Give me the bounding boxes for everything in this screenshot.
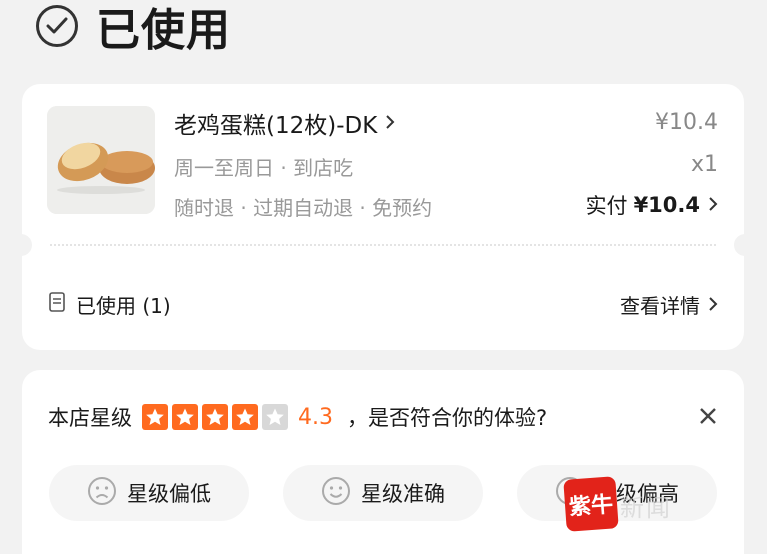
- rating-prompt: 本店星级 4.3 ，是否符合你的体验?: [48, 402, 547, 432]
- paid-label: 实付: [585, 194, 628, 218]
- chevron-right-icon: [385, 110, 395, 136]
- smile-face-icon: [321, 476, 351, 511]
- unit-price: ¥10.4: [655, 110, 718, 135]
- star-icon: [232, 404, 258, 430]
- rating-option-label: 星级偏低: [127, 482, 211, 506]
- quantity: x1: [690, 152, 718, 177]
- chevron-right-icon: [708, 193, 718, 217]
- view-details-link[interactable]: 查看详情: [620, 290, 718, 319]
- chevron-right-icon: [708, 293, 718, 317]
- document-icon: [48, 292, 66, 317]
- product-name-link[interactable]: 老鸡蛋糕(12枚)-DK: [174, 106, 395, 140]
- check-circle-icon: [36, 5, 78, 47]
- paid-amount-link[interactable]: 实付 ¥10.4: [586, 190, 718, 220]
- dotted-divider: [50, 244, 716, 246]
- schedule-text: 周一至周日 · 到店吃: [174, 156, 354, 180]
- view-details-label: 查看详情: [620, 294, 700, 318]
- rating-prefix: 本店星级: [48, 406, 132, 430]
- star-empty-icon: [262, 404, 288, 430]
- product-image[interactable]: [47, 106, 155, 214]
- ticket-notch-left: [16, 234, 32, 256]
- policy-text: 随时退 · 过期自动退 · 免预约: [174, 196, 433, 220]
- product-name: 老鸡蛋糕(12枚)-DK: [174, 113, 378, 139]
- watermark-logo: 紫牛: [563, 476, 619, 532]
- paid-amount: ¥10.4: [633, 193, 700, 217]
- sad-face-icon: [87, 476, 117, 511]
- page-title: 已使用: [96, 5, 231, 56]
- star-rating: [142, 404, 292, 430]
- ticket-notch-right: [734, 234, 750, 256]
- page-header: 已使用: [36, 0, 231, 56]
- used-label: 已使用 (1): [76, 294, 171, 318]
- used-status: 已使用 (1): [48, 290, 171, 319]
- star-icon: [202, 404, 228, 430]
- rating-question: ，是否符合你的体验?: [347, 406, 548, 430]
- rating-option-label: 星级准确: [361, 482, 445, 506]
- close-icon[interactable]: [696, 404, 720, 428]
- order-card: 老鸡蛋糕(12枚)-DK 周一至周日 · 到店吃 随时退 · 过期自动退 · 免…: [16, 84, 750, 350]
- rating-too-low-button[interactable]: 星级偏低: [49, 465, 249, 521]
- star-icon: [172, 404, 198, 430]
- rating-accurate-button[interactable]: 星级准确: [283, 465, 483, 521]
- rating-score: 4.3: [298, 404, 333, 430]
- star-icon: [142, 404, 168, 430]
- rating-card: 本店星级 4.3 ，是否符合你的体验? 星级偏低 星级准确 星级偏高: [22, 370, 744, 554]
- watermark-text: 新闻: [620, 494, 672, 522]
